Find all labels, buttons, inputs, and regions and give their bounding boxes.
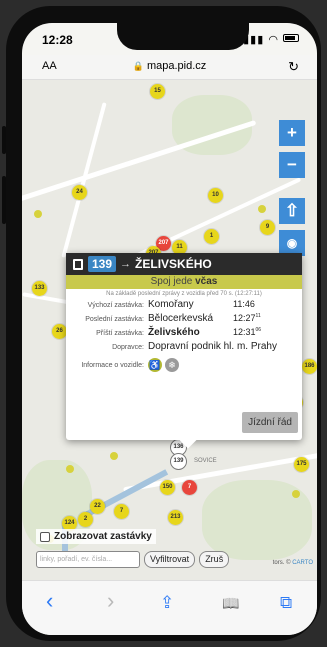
row-time-wrap: 12:2711 — [233, 313, 261, 323]
map-view[interactable]: 15 24 10 9 11 207 207 133 1 26 186 26 13… — [22, 80, 317, 580]
row-value: Želivského — [148, 327, 200, 338]
vehicle-dot[interactable] — [34, 210, 42, 218]
show-stops-label: Zobrazovat zastávky — [54, 531, 152, 542]
map-stop-marker[interactable]: 150 — [160, 480, 175, 495]
next-stop-row: Příští zastávka: Želivského 12:3106 — [66, 327, 302, 341]
last-stop-row: Poslední zastávka: Bělocerkevská 12:2711 — [66, 313, 302, 327]
row-label: Výchozí zastávka: — [87, 302, 144, 309]
map-stop-marker[interactable]: 9 — [260, 220, 275, 235]
map-stop-marker[interactable]: 7 — [182, 480, 197, 495]
locate-up-button[interactable]: ⇧ — [279, 198, 305, 224]
filter-panel: Zobrazovat zastávky linky, pořadí, ev. č… — [22, 528, 317, 580]
browser-toolbar: ‹ › ⇪ 📖 ⧉ — [22, 580, 317, 635]
timetable-book-icon[interactable] — [73, 258, 83, 270]
air-conditioning-icon: ❄ — [165, 358, 179, 372]
row-label: Dopravce: — [112, 344, 144, 351]
map-attribution: tors. © CARTO — [273, 560, 313, 566]
row-value: Bělocerkevská — [148, 313, 214, 324]
map-stop-marker[interactable]: 22 — [90, 499, 105, 514]
phone-frame: 12:28 ▮▮▮ ◠ AA 🔒 mapa.pid.cz ↻ 15 24 10 … — [2, 6, 321, 641]
map-stop-marker[interactable]: 213 — [168, 510, 183, 525]
bookmarks-icon[interactable]: 📖 — [222, 595, 239, 612]
reload-icon[interactable]: ↻ — [288, 59, 299, 75]
map-stop-marker[interactable]: 2 — [78, 512, 93, 527]
row-time: 12:27 — [233, 313, 256, 323]
row-time: 12:31 — [233, 327, 256, 337]
lock-icon: 🔒 — [132, 61, 144, 71]
wheelchair-icon: ♿ — [148, 358, 162, 372]
map-stop-marker[interactable]: 26 — [52, 324, 67, 339]
cancel-filter-button[interactable]: Zruš — [199, 551, 230, 568]
delay-status-value: včas — [195, 276, 218, 287]
zoom-out-button[interactable]: − — [279, 152, 305, 178]
last-update-note: Na základě poslední zprávy z vozidla pře… — [106, 291, 262, 297]
filter-button[interactable]: Vyfiltrovat — [144, 551, 196, 568]
phone-side-button — [2, 176, 6, 224]
wifi-icon: ◠ — [268, 34, 279, 46]
phone-screen: 12:28 ▮▮▮ ◠ AA 🔒 mapa.pid.cz ↻ 15 24 10 … — [22, 23, 317, 635]
map-stop-marker[interactable]: 10 — [208, 188, 223, 203]
attribution-text: tors. © — [272, 560, 291, 566]
delay-status-bar: Spoj jede včas — [66, 275, 302, 289]
show-stops-toggle[interactable]: Zobrazovat zastávky — [36, 529, 156, 544]
phone-side-button — [2, 126, 6, 154]
battery-icon — [283, 34, 299, 42]
phone-notch — [117, 23, 249, 50]
origin-stop-row: Výchozí zastávka: Komořany 11:46 — [66, 299, 302, 313]
status-time: 12:28 — [42, 33, 73, 47]
tabs-icon[interactable]: ⧉ — [280, 593, 292, 613]
map-stop-marker[interactable]: 7 — [114, 504, 129, 519]
vehicle-dot[interactable] — [258, 205, 266, 213]
map-stop-marker[interactable]: 1 — [204, 229, 219, 244]
operator-row: Dopravce: Dopravní podnik hl. m. Prahy — [66, 341, 302, 355]
row-label: Poslední zastávka: — [85, 316, 144, 323]
filter-row: linky, pořadí, ev. čísla... Vyfiltrovat … — [36, 551, 230, 568]
vehicle-dot[interactable] — [110, 452, 118, 460]
row-time-seconds: 11 — [255, 313, 261, 319]
district-label: SOVICE — [194, 458, 217, 464]
map-stop-marker[interactable]: 133 — [32, 281, 47, 296]
map-stop-marker[interactable]: 175 — [294, 457, 309, 472]
row-label: Příští zastávka: — [96, 330, 144, 337]
forward-icon[interactable]: › — [107, 588, 114, 614]
row-value: Dopravní podnik hl. m. Prahy — [148, 341, 277, 352]
delay-status-prefix: Spoj jede — [150, 276, 193, 287]
vehicle-info-row: Informace o vozidle: ♿ ❄ — [66, 355, 302, 375]
browser-url-bar[interactable]: AA 🔒 mapa.pid.cz ↻ — [22, 55, 317, 80]
url-text: mapa.pid.cz — [146, 60, 207, 72]
vehicle-dot[interactable] — [66, 465, 74, 473]
popup-header: 139 → ŽELIVSKÉHO — [66, 253, 302, 275]
map-stop-marker[interactable]: 139 — [171, 454, 186, 469]
row-value: Komořany — [148, 299, 194, 310]
row-time: 11:46 — [233, 299, 255, 309]
timetable-button[interactable]: Jízdní řád — [242, 412, 298, 433]
line-number-badge: 139 — [88, 256, 117, 272]
share-icon[interactable]: ⇪ — [160, 593, 174, 613]
filter-input[interactable]: linky, pořadí, ev. čísla... — [36, 551, 140, 568]
vehicle-popup: 139 → ŽELIVSKÉHO Spoj jede včas Na zákla… — [66, 253, 302, 449]
row-time-wrap: 12:3106 — [233, 327, 261, 337]
zoom-in-button[interactable]: + — [279, 120, 305, 146]
vehicle-dot[interactable] — [292, 490, 300, 498]
map-stop-marker[interactable]: 15 — [150, 84, 165, 99]
destination-label: ŽELIVSKÉHO — [135, 257, 212, 271]
show-stops-checkbox[interactable] — [40, 531, 50, 542]
direction-arrow: → — [120, 258, 132, 270]
status-icons: ▮▮▮ ◠ — [243, 33, 299, 46]
row-time-seconds: 06 — [255, 327, 262, 333]
carto-link[interactable]: CARTO — [292, 560, 313, 566]
address-field[interactable]: 🔒 mapa.pid.cz — [22, 60, 317, 72]
map-stop-marker[interactable]: 24 — [72, 185, 87, 200]
map-stop-marker[interactable]: 186 — [302, 359, 317, 374]
row-label: Informace o vozidle: — [81, 361, 144, 369]
back-icon[interactable]: ‹ — [46, 588, 53, 614]
